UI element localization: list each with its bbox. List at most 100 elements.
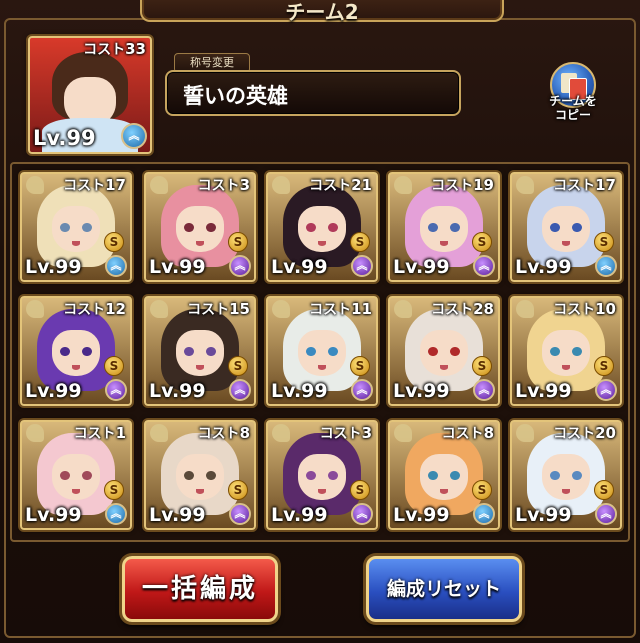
unit-card[interactable]: コスト12 S Lv.99 ︽ bbox=[20, 296, 132, 406]
rarity-s-icon: S bbox=[594, 232, 614, 252]
leader-slot[interactable]: コスト33 Lv.99 ︽ bbox=[28, 36, 152, 154]
unit-card[interactable]: コスト8 S Lv.99 ︽ bbox=[388, 420, 500, 530]
class-emblem-icon bbox=[394, 300, 412, 318]
rarity-s-icon: S bbox=[228, 480, 248, 500]
reset-form-button[interactable]: 編成リセット bbox=[366, 556, 522, 622]
rank-up-icon: ︽ bbox=[229, 255, 251, 277]
class-emblem-icon bbox=[394, 176, 412, 194]
rarity-s-icon: S bbox=[472, 356, 492, 376]
unit-level: Lv.99 bbox=[515, 256, 572, 278]
unit-level: Lv.99 bbox=[271, 380, 328, 402]
rank-up-icon: ︽ bbox=[229, 379, 251, 401]
class-emblem-icon bbox=[394, 424, 412, 442]
unit-cost: コスト3 bbox=[197, 176, 250, 194]
rank-up-icon: ︽ bbox=[473, 255, 495, 277]
unit-cost: コスト12 bbox=[63, 300, 126, 318]
unit-card[interactable]: コスト28 S Lv.99 ︽ bbox=[388, 296, 500, 406]
leader-level: Lv.99 bbox=[33, 126, 96, 150]
rarity-s-icon: S bbox=[594, 356, 614, 376]
player-title-text: 誓いの英雄 bbox=[183, 84, 288, 108]
copy-team-button[interactable]: チームを コピー bbox=[540, 62, 606, 128]
unit-level: Lv.99 bbox=[149, 380, 206, 402]
unit-cost: コスト17 bbox=[63, 176, 126, 194]
unit-card[interactable]: コスト17 S Lv.99 ︽ bbox=[20, 172, 132, 282]
unit-level: Lv.99 bbox=[149, 504, 206, 526]
rarity-s-icon: S bbox=[104, 232, 124, 252]
unit-card[interactable]: コスト8 S Lv.99 ︽ bbox=[144, 420, 256, 530]
unit-cost: コスト1 bbox=[73, 424, 126, 442]
rarity-s-icon: S bbox=[104, 356, 124, 376]
class-emblem-icon bbox=[516, 176, 534, 194]
rarity-s-icon: S bbox=[228, 232, 248, 252]
unit-card[interactable]: コスト10 S Lv.99 ︽ bbox=[510, 296, 622, 406]
class-emblem-icon bbox=[516, 300, 534, 318]
class-emblem-icon bbox=[272, 424, 290, 442]
rank-up-icon: ︽ bbox=[351, 503, 373, 525]
rank-up-icon: ︽ bbox=[351, 255, 373, 277]
rarity-s-icon: S bbox=[350, 480, 370, 500]
unit-level: Lv.99 bbox=[25, 380, 82, 402]
unit-level: Lv.99 bbox=[515, 380, 572, 402]
unit-cost: コスト11 bbox=[309, 300, 372, 318]
unit-level: Lv.99 bbox=[515, 504, 572, 526]
copy-team-label: チームを コピー bbox=[549, 94, 597, 122]
rank-up-icon: ︽ bbox=[105, 503, 127, 525]
bulk-form-label: 一括編成 bbox=[141, 574, 258, 604]
rank-up-icon: ︽ bbox=[121, 123, 147, 149]
player-title-button[interactable]: 誓いの英雄 bbox=[165, 70, 461, 116]
class-emblem-icon bbox=[26, 424, 44, 442]
unit-card[interactable]: コスト21 S Lv.99 ︽ bbox=[266, 172, 378, 282]
unit-cost: コスト15 bbox=[187, 300, 250, 318]
unit-level: Lv.99 bbox=[393, 380, 450, 402]
class-emblem-icon bbox=[272, 176, 290, 194]
rarity-s-icon: S bbox=[228, 356, 248, 376]
rank-up-icon: ︽ bbox=[351, 379, 373, 401]
unit-card[interactable]: コスト3 S Lv.99 ︽ bbox=[266, 420, 378, 530]
unit-cost: コスト28 bbox=[431, 300, 494, 318]
unit-level: Lv.99 bbox=[149, 256, 206, 278]
rarity-s-icon: S bbox=[350, 356, 370, 376]
unit-level: Lv.99 bbox=[393, 504, 450, 526]
unit-cost: コスト8 bbox=[441, 424, 494, 442]
reset-form-label: 編成リセット bbox=[386, 578, 501, 600]
rank-up-icon: ︽ bbox=[473, 379, 495, 401]
unit-cost: コスト3 bbox=[319, 424, 372, 442]
unit-cost: コスト21 bbox=[309, 176, 372, 194]
class-emblem-icon bbox=[150, 424, 168, 442]
rarity-s-icon: S bbox=[594, 480, 614, 500]
rarity-s-icon: S bbox=[472, 232, 492, 252]
unit-level: Lv.99 bbox=[271, 256, 328, 278]
unit-level: Lv.99 bbox=[393, 256, 450, 278]
unit-card[interactable]: コスト11 S Lv.99 ︽ bbox=[266, 296, 378, 406]
unit-level: Lv.99 bbox=[271, 504, 328, 526]
unit-card[interactable]: コスト19 S Lv.99 ︽ bbox=[388, 172, 500, 282]
class-emblem-icon bbox=[150, 300, 168, 318]
team-panel: チーム2 コスト33 Lv.99 ︽ 称号変更 誓いの英雄 チームを コピー コ… bbox=[0, 0, 640, 643]
unit-cost: コスト8 bbox=[197, 424, 250, 442]
rarity-s-icon: S bbox=[104, 480, 124, 500]
unit-card[interactable]: コスト3 S Lv.99 ︽ bbox=[144, 172, 256, 282]
unit-cost: コスト10 bbox=[553, 300, 616, 318]
unit-level: Lv.99 bbox=[25, 504, 82, 526]
unit-card[interactable]: コスト20 S Lv.99 ︽ bbox=[510, 420, 622, 530]
rank-up-icon: ︽ bbox=[105, 379, 127, 401]
unit-card[interactable]: コスト15 S Lv.99 ︽ bbox=[144, 296, 256, 406]
bulk-form-button[interactable]: 一括編成 bbox=[122, 556, 278, 622]
unit-cost: コスト20 bbox=[553, 424, 616, 442]
unit-level: Lv.99 bbox=[25, 256, 82, 278]
rank-up-icon: ︽ bbox=[595, 503, 617, 525]
leader-cost: コスト33 bbox=[83, 40, 146, 58]
class-emblem-icon bbox=[26, 300, 44, 318]
class-emblem-icon bbox=[26, 176, 44, 194]
class-emblem-icon bbox=[516, 424, 534, 442]
unit-card[interactable]: コスト17 S Lv.99 ︽ bbox=[510, 172, 622, 282]
rarity-s-icon: S bbox=[472, 480, 492, 500]
class-emblem-icon bbox=[272, 300, 290, 318]
unit-card[interactable]: コスト1 S Lv.99 ︽ bbox=[20, 420, 132, 530]
unit-grid: コスト17 S Lv.99 ︽ コスト3 S Lv.99 ︽ コスト21 S Lv.99 ︽ コスト19… bbox=[10, 162, 630, 542]
rank-up-icon: ︽ bbox=[595, 255, 617, 277]
class-emblem-icon bbox=[150, 176, 168, 194]
rank-up-icon: ︽ bbox=[595, 379, 617, 401]
rank-up-icon: ︽ bbox=[105, 255, 127, 277]
leader-card[interactable]: コスト33 Lv.99 ︽ bbox=[28, 36, 152, 154]
